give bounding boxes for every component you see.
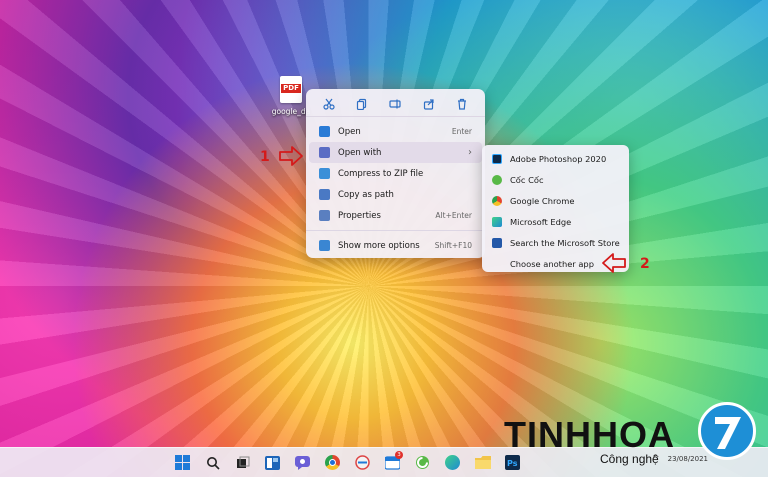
chevron-right-icon: › <box>468 147 472 158</box>
context-menu-actions <box>306 89 485 117</box>
chrome-taskbar-icon[interactable] <box>322 452 343 473</box>
open-icon <box>319 126 330 137</box>
zip-icon <box>319 168 330 179</box>
submenu-item-label: Microsoft Edge <box>510 216 572 227</box>
properties-icon <box>319 210 330 221</box>
menu-divider <box>306 230 485 231</box>
copy-icon[interactable] <box>354 97 370 111</box>
cut-icon[interactable] <box>321 97 337 111</box>
menu-item-shortcut: Alt+Enter <box>435 211 472 220</box>
submenu-item-label: Adobe Photoshop 2020 <box>510 153 607 164</box>
submenu-item-chrome[interactable]: Google Chrome <box>482 190 629 211</box>
coc-coc-icon <box>492 174 502 185</box>
taskbar-icons: 3 Ps <box>172 451 523 473</box>
submenu-item-label: Search the Microsoft Store <box>510 237 620 248</box>
start-icon[interactable] <box>172 452 193 473</box>
chrome-icon <box>492 195 502 206</box>
watermark-logo-icon <box>698 402 756 460</box>
menu-item-label: Compress to ZIP file <box>338 168 424 179</box>
notification-badge: 3 <box>395 451 403 459</box>
menu-item-label: Open <box>338 126 361 137</box>
submenu-item-coc-coc[interactable]: Cốc Cốc <box>482 169 629 190</box>
calendar-app-icon[interactable]: 3 <box>382 451 403 473</box>
menu-item-copy-as-path[interactable]: Copy as path <box>309 184 482 205</box>
submenu-item-edge[interactable]: Microsoft Edge <box>482 211 629 232</box>
annotation-arrow-right-icon <box>279 146 303 166</box>
task-view-icon[interactable] <box>232 452 253 473</box>
menu-item-compress-zip[interactable]: Compress to ZIP file <box>309 163 482 184</box>
show-more-icon <box>319 240 330 251</box>
coc-coc-taskbar-icon[interactable] <box>412 452 433 473</box>
edge-icon <box>492 216 502 227</box>
pdf-tag: PDF <box>281 84 301 93</box>
watermark-brand: TINHHOA <box>504 414 675 455</box>
open-with-icon <box>319 147 330 158</box>
share-icon[interactable] <box>421 97 437 111</box>
copy-path-icon <box>319 189 330 200</box>
menu-item-label: Properties <box>338 210 381 221</box>
menu-item-show-more-options[interactable]: Show more options Shift+F10 <box>309 235 482 256</box>
menu-item-label: Show more options <box>338 240 420 251</box>
submenu-item-label: Choose another app <box>510 258 594 269</box>
chat-icon[interactable] <box>292 452 313 473</box>
delete-icon[interactable] <box>454 97 470 111</box>
watermark-subtitle: Công nghệ <box>600 452 659 466</box>
menu-item-label: Open with <box>338 147 382 158</box>
file-explorer-icon[interactable] <box>472 452 493 473</box>
menu-item-properties[interactable]: Properties Alt+Enter <box>309 205 482 226</box>
rename-icon[interactable] <box>387 97 403 111</box>
photoshop-icon <box>492 153 502 164</box>
edge-taskbar-icon[interactable] <box>442 452 463 473</box>
submenu-item-microsoft-store[interactable]: Search the Microsoft Store <box>482 232 629 253</box>
menu-item-open-with[interactable]: Open with › <box>309 142 482 163</box>
pdf-file-icon: PDF <box>280 76 302 103</box>
menu-item-shortcut: Enter <box>451 127 472 136</box>
widgets-icon[interactable] <box>262 452 283 473</box>
menu-item-open[interactable]: Open Enter <box>309 121 482 142</box>
paint-icon[interactable] <box>352 452 373 473</box>
context-menu: Open Enter Open with › Compress to ZIP f… <box>306 89 485 258</box>
submenu-item-label: Google Chrome <box>510 195 575 206</box>
submenu-item-label: Cốc Cốc <box>510 174 544 185</box>
submenu-item-photoshop[interactable]: Adobe Photoshop 2020 <box>482 148 629 169</box>
menu-item-shortcut: Shift+F10 <box>434 241 472 250</box>
annotation-arrow-left-icon <box>602 253 626 273</box>
store-icon <box>492 237 502 248</box>
watermark: TINHHOA Công nghệ <box>502 402 768 477</box>
blank-icon <box>492 259 502 269</box>
menu-item-label: Copy as path <box>338 189 394 200</box>
search-icon[interactable] <box>202 452 223 473</box>
annotation-step-1: 1 <box>260 149 270 165</box>
annotation-step-2: 2 <box>640 256 650 272</box>
